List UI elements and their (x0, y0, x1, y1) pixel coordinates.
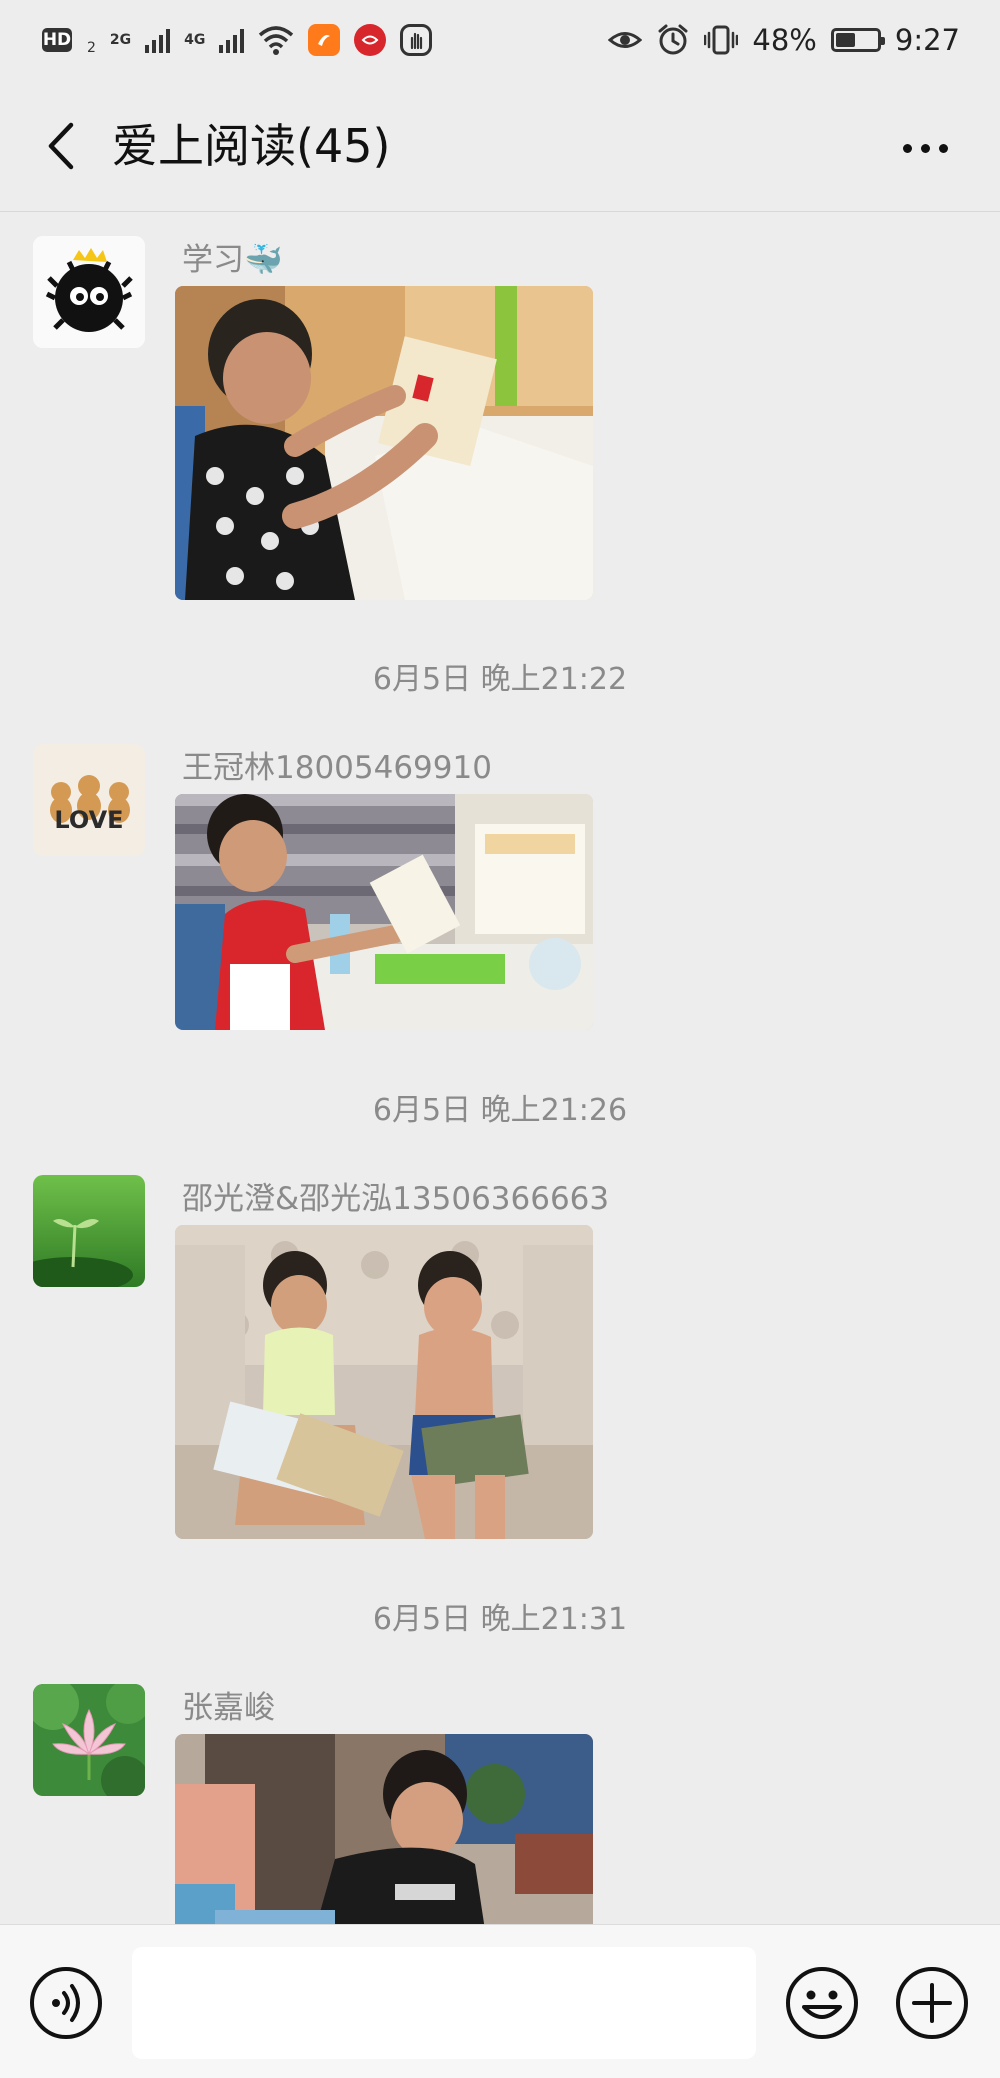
lotus-flower-avatar-image (33, 1684, 145, 1796)
chat-message: 邵光澄&邵光泓13506366663 (0, 1175, 1000, 1539)
alarm-icon (658, 24, 688, 55)
more-options-button[interactable] (890, 118, 960, 178)
soot-sprite-avatar-image (33, 236, 145, 348)
signal-strength-icon-2 (219, 27, 245, 53)
battery-fill (835, 33, 856, 47)
love-letters-text: LOVE (54, 806, 123, 834)
battery-icon (830, 28, 885, 52)
hd-sim-label: 2 (87, 40, 96, 56)
news-app-notification-icon (354, 24, 387, 56)
network-2g-label: 2G (109, 32, 132, 48)
app-notification-icon (308, 24, 341, 56)
voice-icon (30, 1967, 102, 2039)
image-message[interactable] (175, 286, 593, 600)
message-timestamp: 6月5日 晚上21:22 (372, 662, 628, 697)
sender-name: 张嘉峻 (182, 1690, 275, 1726)
avatar[interactable] (33, 1175, 145, 1287)
more-dot-icon (902, 143, 912, 153)
sender-name: 王冠林18005469910 (182, 750, 492, 786)
status-left: HD 2 2G 4G (42, 24, 433, 56)
sender-name: 学习🐳 (182, 240, 283, 280)
smiley-face-icon (786, 1967, 858, 2039)
green-sprout-avatar-image (33, 1175, 145, 1287)
avatar[interactable] (33, 1684, 145, 1796)
chat-message: LOVE 王冠林18005469910 (0, 744, 1000, 1034)
more-functions-button[interactable] (894, 1965, 970, 2041)
avatar[interactable]: LOVE (33, 744, 145, 856)
teddy-bears-avatar-image: LOVE (33, 744, 145, 856)
boy-reading-photo (175, 286, 593, 600)
image-message[interactable] (175, 1734, 593, 1930)
clock: 9:27 (894, 23, 960, 57)
battery-percent: 48% (752, 23, 817, 57)
more-dot-icon (938, 143, 948, 153)
status-right: 48% 9:27 (608, 23, 960, 57)
sender-name: 邵光澄&邵光泓13506366663 (182, 1181, 610, 1217)
network-4g-label: 4G (184, 32, 206, 48)
chat-message: 张嘉峻 (0, 1684, 1000, 1930)
status-bar: HD 2 2G 4G 48% 9:27 (0, 0, 1000, 80)
hd-voice-icon: HD (42, 28, 72, 52)
page-title: 爱上阅读(45) (112, 119, 391, 173)
back-button[interactable] (30, 116, 90, 176)
message-input[interactable] (132, 1947, 756, 2059)
vibrate-icon (704, 25, 739, 55)
more-dot-icon (920, 143, 930, 153)
two-boys-reading-photo (175, 1225, 593, 1539)
chat-header: 爱上阅读(45) (0, 80, 1000, 212)
plus-circle-icon (896, 1967, 968, 2039)
chevron-left-icon (48, 122, 74, 170)
message-timestamp: 6月5日 晚上21:31 (372, 1602, 628, 1637)
whale-emoji-icon: 🐳 (244, 242, 283, 278)
emoji-button[interactable] (784, 1965, 860, 2041)
avatar[interactable] (33, 236, 145, 348)
message-timestamp: 6月5日 晚上21:26 (372, 1093, 628, 1128)
boy-reading-room-photo (175, 1734, 593, 1930)
boy-reading-desk-photo (175, 794, 593, 1030)
image-message[interactable] (175, 794, 593, 1030)
wifi-icon (259, 26, 294, 55)
input-bar (0, 1924, 1000, 2078)
voice-input-button[interactable] (28, 1965, 104, 2041)
sender-name-text: 学习 (182, 242, 244, 278)
image-message[interactable] (175, 1225, 593, 1539)
hand-gesture-icon (400, 24, 433, 56)
eye-comfort-icon (608, 32, 643, 48)
signal-strength-icon (145, 27, 171, 53)
chat-message: 学习🐳 (0, 236, 1000, 600)
